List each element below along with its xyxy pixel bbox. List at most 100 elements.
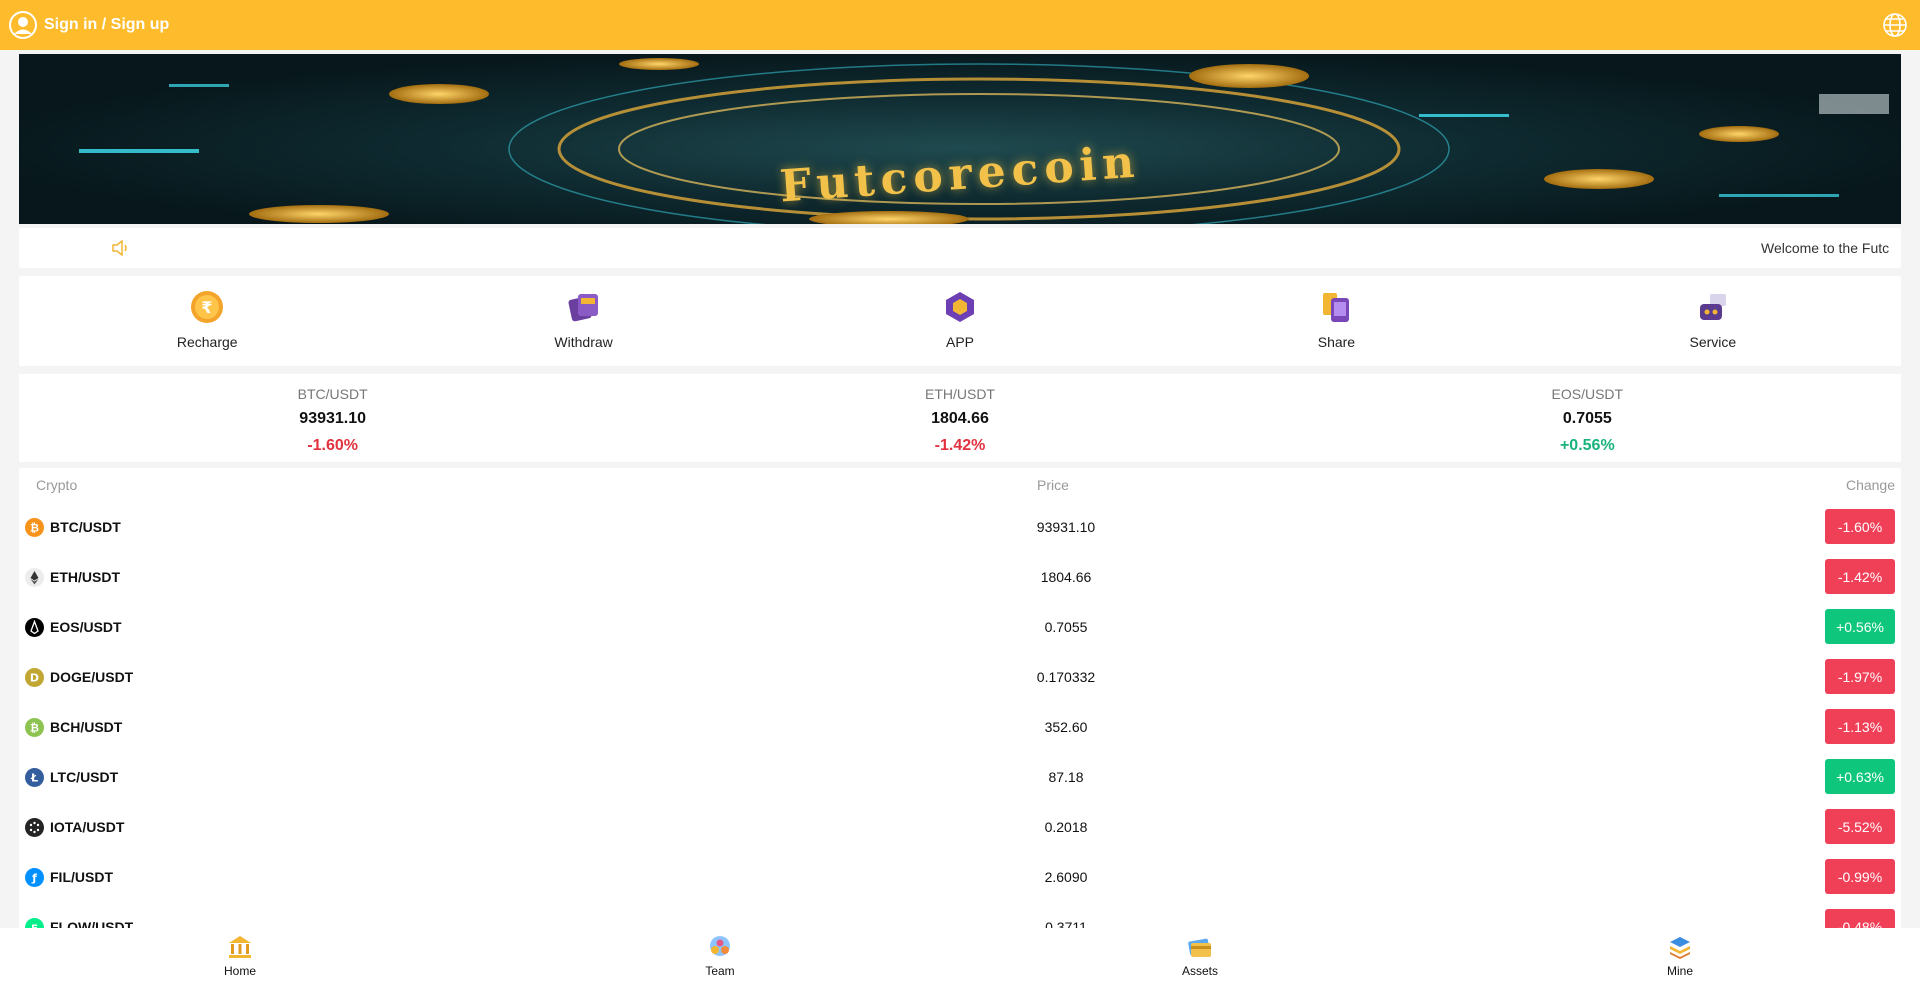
signin-label: Sign in / Sign up (44, 16, 170, 33)
market-row[interactable]: EOS/USDT 0.7055 +0.56% (19, 602, 1901, 652)
coin-pair: BCH/USDT (50, 719, 123, 735)
action-label: Withdraw (554, 334, 613, 350)
nav-assets[interactable]: Assets (960, 928, 1440, 993)
action-service[interactable]: Service (1525, 276, 1901, 366)
market-row[interactable]: D DOGE/USDT 0.170332 -1.97% (19, 652, 1901, 702)
share-phone-icon (1319, 290, 1353, 324)
col-price: Price (1037, 477, 1069, 493)
ticker-price: 1804.66 (931, 410, 989, 427)
coin-price: 0.2018 (1044, 819, 1088, 835)
nav-team[interactable]: Team (480, 928, 960, 993)
bch-coin-icon: ₿ (25, 717, 44, 737)
change-badge: -1.42% (1825, 559, 1895, 594)
coin-name-cell: ₿ BCH/USDT (25, 702, 122, 752)
notice-bar: Welcome to the Futc (19, 228, 1901, 268)
change-badge: -1.60% (1825, 509, 1895, 544)
nav-label: Home (223, 964, 256, 978)
change-badge: -1.97% (1825, 659, 1895, 694)
iota-coin-icon (25, 817, 44, 837)
action-share[interactable]: Share (1148, 276, 1524, 366)
coin-price: 87.18 (1048, 769, 1084, 785)
svg-text:₹: ₹ (202, 298, 213, 317)
eos-coin-icon (25, 617, 44, 637)
coin-pair: ETH/USDT (50, 569, 120, 585)
ticker-price: 0.7055 (1562, 410, 1612, 427)
nav-home[interactable]: Home (0, 928, 480, 993)
svg-text:₿: ₿ (30, 521, 39, 534)
ticker-eos[interactable]: EOS/USDT 0.7055 +0.56% (1274, 374, 1901, 462)
coin-price: 93931.10 (1036, 519, 1096, 535)
speaker-icon (111, 239, 131, 257)
ticker-btc[interactable]: BTC/USDT 93931.10 -1.60% (19, 374, 646, 462)
change-badge: -0.48% (1825, 909, 1895, 928)
ticker-pair: ETH/USDT (924, 386, 995, 402)
market-row[interactable]: ETH/USDT 1804.66 -1.42% (19, 552, 1901, 602)
svg-text:D: D (30, 671, 39, 684)
mine-stack-icon (1667, 934, 1693, 960)
market-row[interactable]: ƒ FIL/USDT 2.6090 -0.99% (19, 852, 1901, 902)
promo-banner[interactable]: Futcorecoin (19, 54, 1901, 224)
nav-label: Mine (1666, 964, 1693, 978)
ticker-summary: BTC/USDT 93931.10 -1.60% ETH/USDT 1804.6… (19, 374, 1901, 462)
coin-price: 352.60 (1044, 719, 1088, 735)
coin-name-cell: D DOGE/USDT (25, 652, 133, 702)
col-crypto: Crypto (36, 477, 78, 493)
rupee-coin-icon: ₹ (190, 290, 224, 324)
nav-mine[interactable]: Mine (1440, 928, 1920, 993)
action-label: Recharge (176, 334, 238, 350)
nav-label: Assets (1181, 964, 1218, 978)
change-badge: +0.63% (1825, 759, 1895, 794)
action-withdraw[interactable]: Withdraw (395, 276, 771, 366)
coin-name-cell: IOTA/USDT (25, 802, 124, 852)
change-badge: +0.56% (1825, 609, 1895, 644)
coin-pair: LTC/USDT (50, 769, 119, 785)
market-row[interactable]: ₿ BTC/USDT 93931.10 -1.60% (19, 502, 1901, 552)
coin-pair: IOTA/USDT (50, 819, 125, 835)
ticker-change: -1.42% (934, 437, 986, 454)
btc-coin-icon: ₿ (25, 517, 44, 537)
market-row[interactable]: F FLOW/USDT 0.3711 -0.48% (19, 902, 1901, 928)
action-app[interactable]: APP (772, 276, 1148, 366)
svg-text:₿: ₿ (30, 721, 39, 734)
nav-label: Team (705, 964, 735, 978)
market-row[interactable]: ₿ BCH/USDT 352.60 -1.13% (19, 702, 1901, 752)
market-list: Crypto Price Change ₿ BTC/USDT 93931.10 … (19, 468, 1901, 928)
fil-coin-icon: ƒ (25, 867, 44, 887)
language-globe-icon[interactable] (1882, 12, 1908, 38)
user-avatar-icon (8, 10, 38, 40)
coin-price: 0.7055 (1044, 619, 1088, 635)
ltc-coin-icon: Ł (25, 767, 44, 787)
change-badge: -5.52% (1825, 809, 1895, 844)
svg-text:ƒ: ƒ (31, 871, 37, 884)
action-label: Share (1317, 334, 1356, 350)
change-badge: -1.13% (1825, 709, 1895, 744)
coin-price: 0.3711 (1045, 919, 1087, 928)
change-badge: -0.99% (1825, 859, 1895, 894)
coin-pair: FLOW/USDT (50, 919, 134, 928)
coin-pair: EOS/USDT (50, 619, 122, 635)
coin-pair: FIL/USDT (50, 869, 113, 885)
coin-name-cell: EOS/USDT (25, 602, 122, 652)
app-cube-icon (943, 290, 977, 324)
col-change: Change (1845, 477, 1895, 493)
coin-price: 0.170332 (1036, 669, 1096, 685)
action-label: Service (1689, 334, 1737, 350)
coin-price: 1804.66 (1040, 569, 1092, 585)
team-globe-icon (707, 934, 733, 960)
notice-text: Welcome to the Futc (1761, 240, 1890, 256)
market-row[interactable]: Ł LTC/USDT 87.18 +0.63% (19, 752, 1901, 802)
flow-coin-icon: F (25, 917, 44, 928)
signin-signup-button[interactable]: Sign in / Sign up (8, 10, 169, 40)
quick-actions: ₹ Recharge Withdraw APP Share Service (19, 276, 1901, 366)
svg-text:Ł: Ł (30, 771, 38, 784)
home-bank-icon (227, 934, 253, 960)
top-header: Sign in / Sign up (0, 0, 1920, 50)
assets-cards-icon (1187, 934, 1213, 960)
ticker-eth[interactable]: ETH/USDT 1804.66 -1.42% (646, 374, 1273, 462)
coin-name-cell: ETH/USDT (25, 552, 120, 602)
action-recharge[interactable]: ₹ Recharge (19, 276, 395, 366)
market-row[interactable]: IOTA/USDT 0.2018 -5.52% (19, 802, 1901, 852)
eth-coin-icon (25, 567, 44, 587)
ticker-change: -1.60% (307, 437, 359, 454)
doge-coin-icon: D (25, 667, 44, 687)
